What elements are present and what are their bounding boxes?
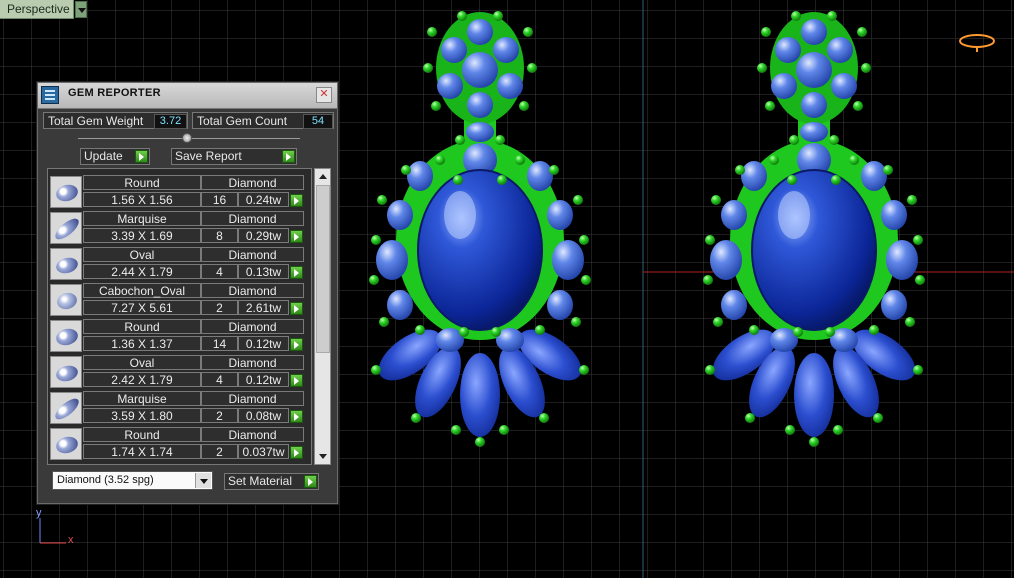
oval-gem-icon — [50, 248, 82, 280]
material-select[interactable]: Diamond (3.52 spg) — [52, 471, 213, 490]
gem-weight: 0.24tw — [238, 192, 289, 207]
gem-dimensions: 1.74 X 1.74 — [83, 444, 201, 459]
play-arrow-icon — [282, 150, 295, 163]
total-weight-label: Total Gem Weight — [48, 114, 144, 128]
gem-reporter-icon — [41, 86, 59, 104]
scroll-down-icon[interactable] — [315, 449, 330, 464]
view-label[interactable]: Perspective — [0, 0, 74, 19]
panel-title: GEM REPORTER — [68, 87, 161, 99]
axis-x-label: x — [68, 534, 74, 546]
gem-material: Diamond — [201, 427, 304, 442]
gem-dimensions: 7.27 X 5.61 — [83, 300, 201, 315]
gem-weight: 0.29tw — [238, 228, 289, 243]
round-gem-icon — [50, 428, 82, 460]
gem-row[interactable]: Round Diamond 1.36 X 1.37 14 0.12tw — [49, 319, 309, 353]
gem-material: Diamond — [201, 247, 304, 262]
gem-list-scrollbar[interactable] — [314, 168, 331, 465]
chevron-down-icon[interactable] — [195, 473, 211, 488]
play-arrow-icon — [135, 150, 148, 163]
gem-list[interactable]: Round Diamond 1.56 X 1.56 16 0.24tw Marquise D… — [47, 168, 312, 465]
total-count-value: 54 — [303, 114, 333, 129]
gem-material: Diamond — [201, 319, 304, 334]
gem-dimensions: 2.44 X 1.79 — [83, 264, 201, 279]
gem-count: 2 — [201, 408, 238, 423]
gem-dimensions: 1.56 X 1.56 — [83, 192, 201, 207]
gem-row[interactable]: Marquise Diamond 3.39 X 1.69 8 0.29tw — [49, 211, 309, 245]
gem-weight: 0.13tw — [238, 264, 289, 279]
gem-shape: Oval — [83, 247, 201, 262]
play-arrow-icon[interactable] — [290, 230, 303, 243]
gem-row[interactable]: Round Diamond 1.56 X 1.56 16 0.24tw — [49, 175, 309, 209]
gem-dimensions: 3.39 X 1.69 — [83, 228, 201, 243]
gem-material: Diamond — [201, 175, 304, 190]
update-button[interactable]: Update — [80, 148, 150, 165]
play-arrow-icon[interactable] — [290, 338, 303, 351]
play-arrow-icon[interactable] — [290, 194, 303, 207]
set-material-label: Set Material — [228, 474, 293, 488]
gem-shape: Marquise — [83, 211, 201, 226]
marquise-gem-icon — [50, 212, 82, 244]
gem-shape: Cabochon_Oval — [83, 283, 201, 298]
marquise-gem-icon — [50, 392, 82, 424]
gem-weight: 0.12tw — [238, 372, 289, 387]
gem-row[interactable]: Round Diamond 1.74 X 1.74 2 0.037tw — [49, 427, 309, 461]
gem-count: 4 — [201, 264, 238, 279]
play-arrow-icon[interactable] — [290, 374, 303, 387]
play-arrow-icon[interactable] — [290, 266, 303, 279]
gem-count: 14 — [201, 336, 238, 351]
gem-material: Diamond — [201, 391, 304, 406]
save-report-button[interactable]: Save Report — [171, 148, 297, 165]
gem-row[interactable]: Marquise Diamond 3.59 X 1.80 2 0.08tw — [49, 391, 309, 425]
gem-count: 4 — [201, 372, 238, 387]
close-button[interactable]: ✕ — [316, 87, 332, 103]
total-weight-box: Total Gem Weight 3.72 — [43, 112, 188, 129]
play-arrow-icon[interactable] — [290, 446, 303, 459]
gem-weight: 0.037tw — [238, 444, 289, 459]
set-material-button[interactable]: Set Material — [224, 473, 319, 490]
material-select-value: Diamond (3.52 spg) — [57, 474, 154, 486]
gem-material: Diamond — [201, 283, 304, 298]
gem-weight: 0.12tw — [238, 336, 289, 351]
axis-y-label: y — [36, 507, 42, 519]
scroll-thumb[interactable] — [316, 185, 330, 353]
gem-reporter-panel: GEM REPORTER ✕ Total Gem Weight 3.72 Tot… — [37, 82, 338, 504]
round-gem-icon — [50, 320, 82, 352]
gem-count: 16 — [201, 192, 238, 207]
round-gem-icon — [50, 176, 82, 208]
gem-row[interactable]: Oval Diamond 2.44 X 1.79 4 0.13tw — [49, 247, 309, 281]
gem-row[interactable]: Cabochon_Oval Diamond 7.27 X 5.61 2 2.61tw — [49, 283, 309, 317]
play-arrow-icon[interactable] — [290, 302, 303, 315]
gem-weight: 2.61tw — [238, 300, 289, 315]
scroll-up-icon[interactable] — [315, 169, 330, 184]
total-weight-value: 3.72 — [154, 114, 187, 129]
gem-material: Diamond — [201, 355, 304, 370]
update-label: Update — [84, 149, 123, 163]
play-arrow-icon — [304, 475, 317, 488]
total-count-label: Total Gem Count — [197, 114, 288, 128]
view-dropdown-icon[interactable] — [75, 1, 87, 18]
gem-material: Diamond — [201, 211, 304, 226]
gem-shape: Oval — [83, 355, 201, 370]
oval-gem-icon — [50, 356, 82, 388]
cabochon-gem-icon — [50, 284, 82, 316]
gem-dimensions: 3.59 X 1.80 — [83, 408, 201, 423]
gem-shape: Round — [83, 175, 201, 190]
save-report-label: Save Report — [175, 149, 242, 163]
slider-handle[interactable] — [182, 133, 192, 143]
play-arrow-icon[interactable] — [290, 410, 303, 423]
gem-row[interactable]: Oval Diamond 2.42 X 1.79 4 0.12tw — [49, 355, 309, 389]
gem-shape: Marquise — [83, 391, 201, 406]
gem-count: 2 — [201, 444, 238, 459]
gem-count: 2 — [201, 300, 238, 315]
total-count-box: Total Gem Count 54 — [192, 112, 334, 129]
gem-dimensions: 2.42 X 1.79 — [83, 372, 201, 387]
gem-count: 8 — [201, 228, 238, 243]
panel-titlebar[interactable]: GEM REPORTER ✕ — [38, 83, 337, 109]
gem-shape: Round — [83, 427, 201, 442]
gem-weight: 0.08tw — [238, 408, 289, 423]
gem-shape: Round — [83, 319, 201, 334]
gem-dimensions: 1.36 X 1.37 — [83, 336, 201, 351]
